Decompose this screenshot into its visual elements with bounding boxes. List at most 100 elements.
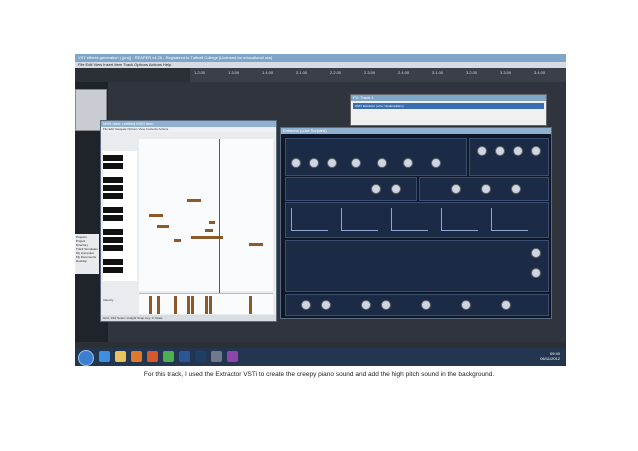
internet-explorer-icon[interactable] <box>99 351 110 362</box>
black-key[interactable] <box>103 155 123 161</box>
synth-knob[interactable] <box>327 158 337 168</box>
midi-note[interactable] <box>209 221 215 224</box>
velocity-bar[interactable] <box>209 296 212 314</box>
velocity-bar[interactable] <box>149 296 152 314</box>
midi-note[interactable] <box>187 199 201 202</box>
fx-chain-title: FX: Track 1 <box>351 95 546 101</box>
velocity-bar[interactable] <box>187 296 190 314</box>
synth-knob[interactable] <box>495 146 505 156</box>
selected-plugin[interactable]: VSTi: Extractor (u-he / Audiorealism) <box>353 103 544 109</box>
daw-screenshot: VST effects generation | (proj) - REAPER… <box>75 54 566 366</box>
envelope-graph <box>291 208 328 231</box>
synth-knob[interactable] <box>301 300 311 310</box>
photoshop-icon[interactable] <box>195 351 206 362</box>
sequencer-panel[interactable] <box>285 240 549 292</box>
start-button[interactable] <box>78 350 94 366</box>
system-clock[interactable]: 09:40 06/11/2012 <box>540 351 560 361</box>
app-icon[interactable] <box>227 351 238 362</box>
clock-date: 06/11/2012 <box>540 356 560 361</box>
extractor-synth-window[interactable]: Extractor (u-he Scripted) <box>280 127 552 319</box>
synth-knob[interactable] <box>451 184 461 194</box>
media-player-icon[interactable] <box>131 351 142 362</box>
reaper-icon[interactable] <box>211 351 222 362</box>
synth-knob[interactable] <box>531 248 541 258</box>
black-key[interactable] <box>103 215 123 221</box>
synth-knob[interactable] <box>461 300 471 310</box>
playhead[interactable] <box>219 139 220 314</box>
velocity-bar[interactable] <box>191 296 194 314</box>
black-key[interactable] <box>103 229 123 235</box>
ruler-tick: 3.2.00 <box>466 70 478 75</box>
caption: For this track, I used the Extractor VST… <box>143 371 495 378</box>
windows-taskbar: 09:40 06/11/2012 <box>75 348 566 366</box>
black-key[interactable] <box>103 245 123 251</box>
black-key[interactable] <box>103 237 123 243</box>
black-key[interactable] <box>103 267 123 273</box>
velocity-lane[interactable]: Velocity <box>103 293 273 314</box>
piano-roll-grid[interactable] <box>139 139 273 291</box>
black-key[interactable] <box>103 193 123 199</box>
synth-knob[interactable] <box>391 184 401 194</box>
velocity-bar[interactable] <box>249 296 252 314</box>
ruler-tick: 1.3.00 <box>228 70 240 75</box>
synth-knob[interactable] <box>377 158 387 168</box>
black-key[interactable] <box>103 185 123 191</box>
project-browser[interactable]: Projects Project Directory Track Templat… <box>75 234 99 274</box>
synth-knob[interactable] <box>381 300 391 310</box>
firefox-icon[interactable] <box>147 351 158 362</box>
velocity-bar[interactable] <box>174 296 177 314</box>
synth-knob[interactable] <box>531 146 541 156</box>
piano-keyboard[interactable] <box>103 151 137 281</box>
fx-chain-window[interactable]: FX: Track 1 VSTi: Extractor (u-he / Audi… <box>350 94 547 126</box>
file-explorer-icon[interactable] <box>115 351 126 362</box>
ruler-tick: 2.3.00 <box>364 70 376 75</box>
browser-item[interactable]: Project Directory <box>76 239 98 247</box>
synth-knob[interactable] <box>361 300 371 310</box>
envelope-graph <box>341 208 378 231</box>
synth-knob[interactable] <box>403 158 413 168</box>
synth-knob[interactable] <box>477 146 487 156</box>
synth-knob[interactable] <box>501 300 511 310</box>
ruler-tick: 3.4.00 <box>534 70 546 75</box>
black-key[interactable] <box>103 177 123 183</box>
ruler-tick: 2.2.00 <box>330 70 342 75</box>
synth-knob[interactable] <box>351 158 361 168</box>
synth-knob[interactable] <box>481 184 491 194</box>
midi-note[interactable] <box>157 225 169 228</box>
synth-knob[interactable] <box>531 268 541 278</box>
chrome-icon[interactable] <box>163 351 174 362</box>
black-key[interactable] <box>103 163 123 169</box>
synth-knob[interactable] <box>511 184 521 194</box>
black-key[interactable] <box>103 207 123 213</box>
synth-knob[interactable] <box>309 158 319 168</box>
oscillator-panel[interactable] <box>285 138 467 176</box>
synth-knob[interactable] <box>291 158 301 168</box>
word-icon[interactable] <box>179 351 190 362</box>
synth-knob[interactable] <box>431 158 441 168</box>
midi-note[interactable] <box>174 239 181 242</box>
ruler-tick: 1.4.00 <box>262 70 274 75</box>
master-panel[interactable] <box>469 138 549 176</box>
midi-note[interactable] <box>149 214 163 217</box>
ruler-tick: 3.3.00 <box>500 70 512 75</box>
synth-knob[interactable] <box>371 184 381 194</box>
midi-editor-status[interactable]: Grid: 1/16 Notes: straight Snap Key: C S… <box>101 315 276 321</box>
black-key[interactable] <box>103 259 123 265</box>
midi-editor-menu[interactable]: File Edit Navigate Options View Contents… <box>101 127 276 132</box>
ruler-tick: 3.1.00 <box>432 70 444 75</box>
midi-note[interactable] <box>249 243 263 246</box>
envelope-graph <box>391 208 428 231</box>
browser-item[interactable]: Desktop <box>76 259 98 263</box>
midi-note[interactable] <box>205 229 213 232</box>
synth-knob[interactable] <box>513 146 523 156</box>
velocity-bar[interactable] <box>205 296 208 314</box>
midi-editor-window[interactable]: MIDI take: untitled MIDI item File Edit … <box>100 120 277 322</box>
ruler-tick: 1.2.00 <box>194 70 206 75</box>
velocity-label: Velocity <box>103 298 114 302</box>
timeline-ruler[interactable]: 1.2.00 1.3.00 1.4.00 2.1.00 2.2.00 2.3.00 2.4.… <box>190 68 566 82</box>
synth-knob[interactable] <box>421 300 431 310</box>
envelope-graph <box>441 208 478 231</box>
velocity-bar[interactable] <box>157 296 160 314</box>
envelope-graph <box>491 208 528 231</box>
synth-knob[interactable] <box>321 300 331 310</box>
